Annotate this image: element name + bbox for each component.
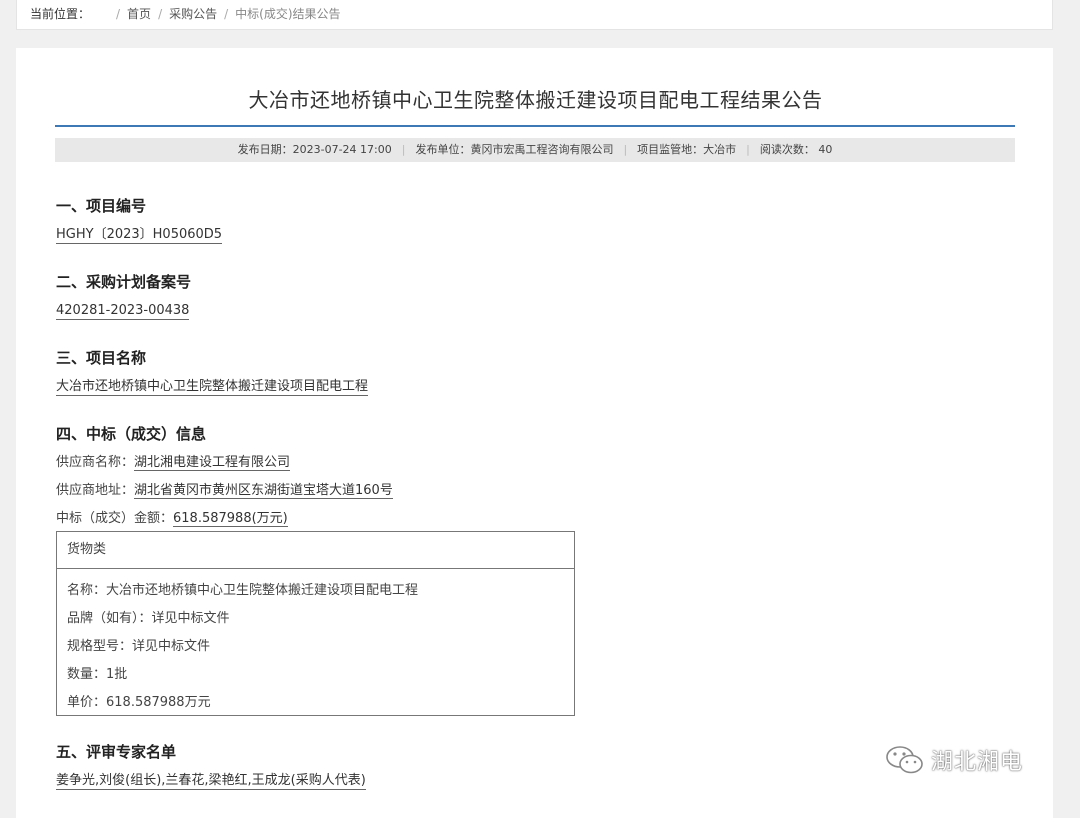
award-amount-row: 中标（成交）金额：618.587988(万元) xyxy=(56,510,288,527)
publish-date: 发布日期：2023-07-24 17:00 xyxy=(237,143,392,156)
supplier-name-row: 供应商名称：湖北湘电建设工程有限公司 xyxy=(56,454,291,471)
goods-name: 名称：大冶市还地桥镇中心卫生院整体搬迁建设项目配电工程 xyxy=(67,583,419,598)
title-divider xyxy=(55,125,1015,127)
section-project-number-heading: 一、项目编号 xyxy=(56,197,147,215)
project-name-value: 大冶市还地桥镇中心卫生院整体搬迁建设项目配电工程 xyxy=(56,379,369,396)
section-project-name-heading: 三、项目名称 xyxy=(56,349,147,367)
supplier-name-value: 湖北湘电建设工程有限公司 xyxy=(134,455,291,471)
article-meta: 发布日期：2023-07-24 17:00 | 发布单位：黄冈市宏禹工程咨询有限公司… xyxy=(55,138,1015,162)
goods-quantity: 数量：1批 xyxy=(67,667,128,682)
supplier-name-label: 供应商名称： xyxy=(56,455,135,470)
supplier-address-value: 湖北省黄冈市黄州区东湖街道宝塔大道160号 xyxy=(134,483,393,499)
breadcrumb-home-link[interactable]: 首页 xyxy=(127,7,151,21)
watermark-text: 湖北湘电 xyxy=(931,750,1024,775)
project-number-value: HGHY〔2023〕H05060D5 xyxy=(56,227,223,244)
breadcrumb-label: 当前位置： xyxy=(30,7,91,21)
goods-unit-price: 单价：618.587988万元 xyxy=(67,695,211,710)
wechat-icon xyxy=(886,746,923,774)
publisher: 发布单位：黄冈市宏禹工程咨询有限公司 xyxy=(415,143,614,156)
goods-model: 规格型号：详见中标文件 xyxy=(67,639,211,654)
goods-table: 货物类 名称：大冶市还地桥镇中心卫生院整体搬迁建设项目配电工程 品牌（如有）：详… xyxy=(56,531,575,716)
breadcrumb-current: 中标(成交)结果公告 xyxy=(235,7,341,21)
experts-value: 姜争光,刘俊(组长),兰春花,梁艳红,王成龙(采购人代表) xyxy=(56,773,366,790)
plan-number-value: 420281-2023-00438 xyxy=(56,303,190,320)
watermark: 湖北湘电 xyxy=(885,740,1023,780)
award-amount-value: 618.587988(万元) xyxy=(173,511,288,527)
breadcrumb-path: / 首页 / 采购公告 / 中标(成交)结果公告 xyxy=(116,7,341,21)
view-count: 阅读次数： 40 xyxy=(759,143,833,156)
supplier-address-label: 供应商地址： xyxy=(56,483,135,498)
breadcrumb-procurement-link[interactable]: 采购公告 xyxy=(169,7,217,21)
section-award-info-heading: 四、中标（成交）信息 xyxy=(56,425,207,443)
section-plan-number-heading: 二、采购计划备案号 xyxy=(56,273,192,291)
region: 项目监管地：大冶市 xyxy=(637,143,737,156)
award-amount-label: 中标（成交）金额： xyxy=(56,511,174,526)
section-experts-heading: 五、评审专家名单 xyxy=(56,743,177,761)
breadcrumb: 当前位置： / 首页 / 采购公告 / 中标(成交)结果公告 xyxy=(16,0,1053,30)
page-title: 大冶市还地桥镇中心卫生院整体搬迁建设项目配电工程结果公告 xyxy=(248,88,823,112)
goods-brand: 品牌（如有）：详见中标文件 xyxy=(67,611,230,626)
goods-category: 货物类 xyxy=(57,532,574,569)
supplier-address-row: 供应商地址：湖北省黄冈市黄州区东湖街道宝塔大道160号 xyxy=(56,482,393,499)
